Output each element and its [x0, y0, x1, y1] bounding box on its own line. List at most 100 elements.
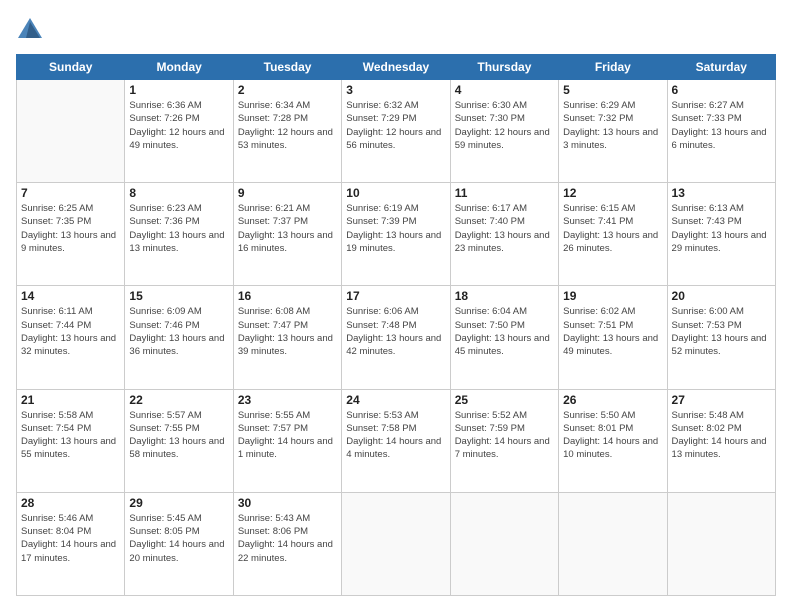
day-info: Sunrise: 5:53 AMSunset: 7:58 PMDaylight:…	[346, 409, 445, 462]
day-info: Sunrise: 6:23 AMSunset: 7:36 PMDaylight:…	[129, 202, 228, 255]
calendar-cell	[450, 492, 558, 595]
day-info: Sunrise: 6:09 AMSunset: 7:46 PMDaylight:…	[129, 305, 228, 358]
day-number: 23	[238, 393, 337, 407]
calendar-cell: 2Sunrise: 6:34 AMSunset: 7:28 PMDaylight…	[233, 80, 341, 183]
day-info: Sunrise: 6:15 AMSunset: 7:41 PMDaylight:…	[563, 202, 662, 255]
weekday-header-tuesday: Tuesday	[233, 55, 341, 80]
calendar-cell: 26 Sunrise: 5:50 AMSunset: 8:01 PMDayligh…	[559, 389, 667, 492]
day-info: Sunrise: 6:34 AMSunset: 7:28 PMDaylight:…	[238, 99, 337, 152]
day-number: 24	[346, 393, 445, 407]
weekday-header-saturday: Saturday	[667, 55, 775, 80]
day-number: 18	[455, 289, 554, 303]
weekday-row: SundayMondayTuesdayWednesdayThursdayFrid…	[17, 55, 776, 80]
day-info: Sunrise: 6:32 AMSunset: 7:29 PMDaylight:…	[346, 99, 445, 152]
calendar-header: SundayMondayTuesdayWednesdayThursdayFrid…	[17, 55, 776, 80]
day-info: Sunrise: 6:02 AMSunset: 7:51 PMDaylight:…	[563, 305, 662, 358]
day-info: Sunrise: 6:17 AMSunset: 7:40 PMDaylight:…	[455, 202, 554, 255]
calendar-cell: 7 Sunrise: 6:25 AMSunset: 7:35 PMDaylight…	[17, 183, 125, 286]
day-number: 12	[563, 186, 662, 200]
calendar-cell: 25 Sunrise: 5:52 AMSunset: 7:59 PMDayligh…	[450, 389, 558, 492]
day-number: 4	[455, 83, 554, 97]
day-number: 9	[238, 186, 337, 200]
calendar-cell: 28Sunrise: 5:46 AMSunset: 8:04 PMDayligh…	[17, 492, 125, 595]
day-number: 22	[129, 393, 228, 407]
day-info: Sunrise: 5:48 AMSunset: 8:02 PMDaylight:…	[672, 409, 771, 462]
calendar-cell	[342, 492, 450, 595]
calendar-cell: 9 Sunrise: 6:21 AMSunset: 7:37 PMDaylight…	[233, 183, 341, 286]
calendar-cell: 20 Sunrise: 6:00 AMSunset: 7:53 PMDayligh…	[667, 286, 775, 389]
calendar-cell	[17, 80, 125, 183]
day-info: Sunrise: 6:21 AMSunset: 7:37 PMDaylight:…	[238, 202, 337, 255]
calendar-cell: 17 Sunrise: 6:06 AMSunset: 7:48 PMDayligh…	[342, 286, 450, 389]
day-number: 8	[129, 186, 228, 200]
day-info: Sunrise: 5:46 AMSunset: 8:04 PMDaylight:…	[21, 512, 120, 565]
day-number: 3	[346, 83, 445, 97]
calendar-cell: 10Sunrise: 6:19 AMSunset: 7:39 PMDayligh…	[342, 183, 450, 286]
day-number: 20	[672, 289, 771, 303]
header	[16, 16, 776, 44]
calendar-cell: 6Sunrise: 6:27 AMSunset: 7:33 PMDaylight…	[667, 80, 775, 183]
calendar-cell: 3 Sunrise: 6:32 AMSunset: 7:29 PMDaylight…	[342, 80, 450, 183]
calendar-body: 1 Sunrise: 6:36 AMSunset: 7:26 PMDaylight…	[17, 80, 776, 596]
weekday-header-thursday: Thursday	[450, 55, 558, 80]
calendar-week-5: 28Sunrise: 5:46 AMSunset: 8:04 PMDayligh…	[17, 492, 776, 595]
calendar-cell: 1 Sunrise: 6:36 AMSunset: 7:26 PMDaylight…	[125, 80, 233, 183]
calendar-cell: 8 Sunrise: 6:23 AMSunset: 7:36 PMDaylight…	[125, 183, 233, 286]
day-info: Sunrise: 5:55 AMSunset: 7:57 PMDaylight:…	[238, 409, 337, 462]
day-info: Sunrise: 5:52 AMSunset: 7:59 PMDaylight:…	[455, 409, 554, 462]
calendar-cell: 21 Sunrise: 5:58 AMSunset: 7:54 PMDayligh…	[17, 389, 125, 492]
calendar-cell: 24 Sunrise: 5:53 AMSunset: 7:58 PMDayligh…	[342, 389, 450, 492]
calendar-cell: 11 Sunrise: 6:17 AMSunset: 7:40 PMDayligh…	[450, 183, 558, 286]
calendar-cell	[559, 492, 667, 595]
calendar-week-2: 7 Sunrise: 6:25 AMSunset: 7:35 PMDaylight…	[17, 183, 776, 286]
page: SundayMondayTuesdayWednesdayThursdayFrid…	[0, 0, 792, 612]
day-number: 10	[346, 186, 445, 200]
day-number: 17	[346, 289, 445, 303]
calendar-cell: 30Sunrise: 5:43 AMSunset: 8:06 PMDayligh…	[233, 492, 341, 595]
day-number: 13	[672, 186, 771, 200]
calendar-cell: 19 Sunrise: 6:02 AMSunset: 7:51 PMDayligh…	[559, 286, 667, 389]
weekday-header-wednesday: Wednesday	[342, 55, 450, 80]
day-info: Sunrise: 6:04 AMSunset: 7:50 PMDaylight:…	[455, 305, 554, 358]
calendar-cell: 12 Sunrise: 6:15 AMSunset: 7:41 PMDayligh…	[559, 183, 667, 286]
day-number: 30	[238, 496, 337, 510]
day-number: 5	[563, 83, 662, 97]
calendar-cell: 4 Sunrise: 6:30 AMSunset: 7:30 PMDaylight…	[450, 80, 558, 183]
day-number: 7	[21, 186, 120, 200]
day-number: 26	[563, 393, 662, 407]
calendar-cell: 22 Sunrise: 5:57 AMSunset: 7:55 PMDayligh…	[125, 389, 233, 492]
day-info: Sunrise: 5:45 AMSunset: 8:05 PMDaylight:…	[129, 512, 228, 565]
calendar-cell: 14Sunrise: 6:11 AMSunset: 7:44 PMDayligh…	[17, 286, 125, 389]
calendar-week-3: 14Sunrise: 6:11 AMSunset: 7:44 PMDayligh…	[17, 286, 776, 389]
day-info: Sunrise: 6:25 AMSunset: 7:35 PMDaylight:…	[21, 202, 120, 255]
day-number: 19	[563, 289, 662, 303]
day-info: Sunrise: 5:50 AMSunset: 8:01 PMDaylight:…	[563, 409, 662, 462]
calendar-cell	[667, 492, 775, 595]
calendar-week-4: 21 Sunrise: 5:58 AMSunset: 7:54 PMDayligh…	[17, 389, 776, 492]
day-info: Sunrise: 6:27 AMSunset: 7:33 PMDaylight:…	[672, 99, 771, 152]
calendar-cell: 27Sunrise: 5:48 AMSunset: 8:02 PMDayligh…	[667, 389, 775, 492]
calendar-cell: 5Sunrise: 6:29 AMSunset: 7:32 PMDaylight…	[559, 80, 667, 183]
day-info: Sunrise: 6:30 AMSunset: 7:30 PMDaylight:…	[455, 99, 554, 152]
day-info: Sunrise: 6:00 AMSunset: 7:53 PMDaylight:…	[672, 305, 771, 358]
calendar-cell: 15 Sunrise: 6:09 AMSunset: 7:46 PMDayligh…	[125, 286, 233, 389]
calendar-cell: 13 Sunrise: 6:13 AMSunset: 7:43 PMDayligh…	[667, 183, 775, 286]
day-number: 16	[238, 289, 337, 303]
day-info: Sunrise: 6:06 AMSunset: 7:48 PMDaylight:…	[346, 305, 445, 358]
day-number: 1	[129, 83, 228, 97]
day-number: 11	[455, 186, 554, 200]
weekday-header-friday: Friday	[559, 55, 667, 80]
logo-icon	[16, 16, 44, 44]
day-number: 21	[21, 393, 120, 407]
day-number: 25	[455, 393, 554, 407]
day-info: Sunrise: 6:08 AMSunset: 7:47 PMDaylight:…	[238, 305, 337, 358]
day-info: Sunrise: 6:13 AMSunset: 7:43 PMDaylight:…	[672, 202, 771, 255]
day-info: Sunrise: 5:58 AMSunset: 7:54 PMDaylight:…	[21, 409, 120, 462]
day-number: 15	[129, 289, 228, 303]
day-info: Sunrise: 5:57 AMSunset: 7:55 PMDaylight:…	[129, 409, 228, 462]
day-info: Sunrise: 6:36 AMSunset: 7:26 PMDaylight:…	[129, 99, 228, 152]
calendar-cell: 29 Sunrise: 5:45 AMSunset: 8:05 PMDayligh…	[125, 492, 233, 595]
weekday-header-sunday: Sunday	[17, 55, 125, 80]
day-number: 29	[129, 496, 228, 510]
calendar-cell: 18 Sunrise: 6:04 AMSunset: 7:50 PMDayligh…	[450, 286, 558, 389]
